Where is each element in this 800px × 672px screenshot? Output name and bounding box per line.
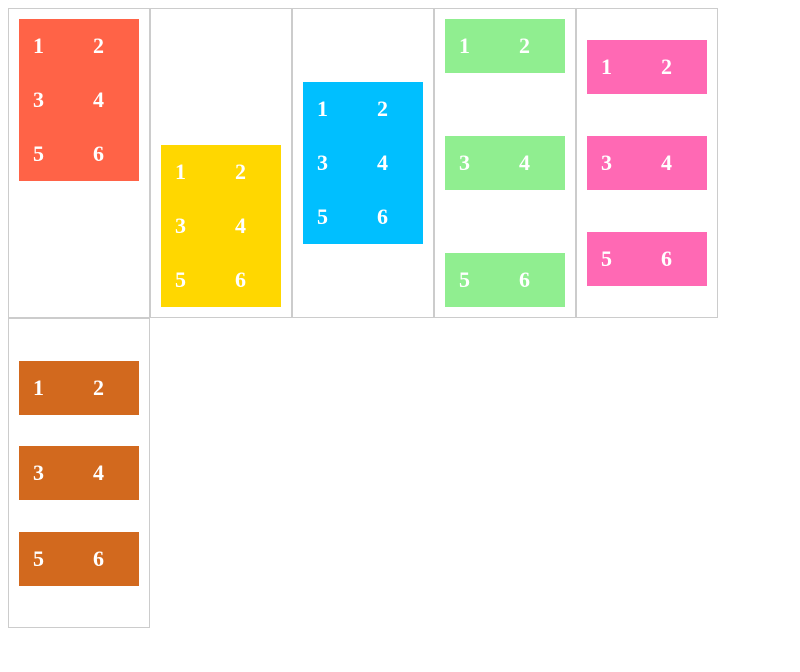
cell: 5 [303, 190, 363, 244]
cell: 2 [79, 19, 139, 73]
row: 3 4 [445, 136, 565, 190]
row: 5 6 [587, 232, 707, 286]
row: 5 6 [445, 253, 565, 307]
cell: 6 [363, 190, 423, 244]
cell: 4 [647, 136, 707, 190]
box-space-evenly: 1 2 3 4 5 6 [8, 318, 150, 628]
box-flex-start: 1 2 3 4 5 6 [8, 8, 150, 318]
cell: 2 [363, 82, 423, 136]
demo-container: 1 2 3 4 5 6 1 2 3 4 5 6 1 2 3 4 5 6 [8, 8, 792, 628]
cell: 4 [79, 446, 139, 500]
row: 1 2 [587, 40, 707, 94]
box-flex-end: 1 2 3 4 5 6 [150, 8, 292, 318]
box-space-between: 1 2 3 4 5 6 [434, 8, 576, 318]
cell: 2 [79, 361, 139, 415]
cell: 4 [79, 73, 139, 127]
cell: 3 [587, 136, 647, 190]
cell: 5 [445, 253, 505, 307]
cell: 2 [221, 145, 281, 199]
row: 3 4 [19, 446, 139, 500]
cell: 6 [79, 532, 139, 586]
box-center: 1 2 3 4 5 6 [292, 8, 434, 318]
cell: 5 [19, 127, 79, 181]
cell: 4 [221, 199, 281, 253]
cell: 3 [303, 136, 363, 190]
box-space-around: 1 2 3 4 5 6 [576, 8, 718, 318]
cell: 3 [161, 199, 221, 253]
cell: 2 [647, 40, 707, 94]
cell: 6 [221, 253, 281, 307]
cell: 4 [505, 136, 565, 190]
cell: 1 [445, 19, 505, 73]
cell: 6 [505, 253, 565, 307]
cell: 1 [19, 19, 79, 73]
cell: 1 [161, 145, 221, 199]
cell: 6 [647, 232, 707, 286]
row: 1 2 [445, 19, 565, 73]
row: 3 4 [587, 136, 707, 190]
cell: 5 [19, 532, 79, 586]
cell: 1 [303, 82, 363, 136]
cell: 4 [363, 136, 423, 190]
cell: 3 [445, 136, 505, 190]
row: 1 2 [19, 361, 139, 415]
cell: 1 [19, 361, 79, 415]
cell: 5 [161, 253, 221, 307]
cell: 3 [19, 446, 79, 500]
grid-flex-end: 1 2 3 4 5 6 [161, 145, 281, 307]
grid-center: 1 2 3 4 5 6 [303, 82, 423, 244]
cell: 2 [505, 19, 565, 73]
cell: 6 [79, 127, 139, 181]
grid-flex-start: 1 2 3 4 5 6 [19, 19, 139, 181]
row: 5 6 [19, 532, 139, 586]
cell: 1 [587, 40, 647, 94]
cell: 3 [19, 73, 79, 127]
cell: 5 [587, 232, 647, 286]
